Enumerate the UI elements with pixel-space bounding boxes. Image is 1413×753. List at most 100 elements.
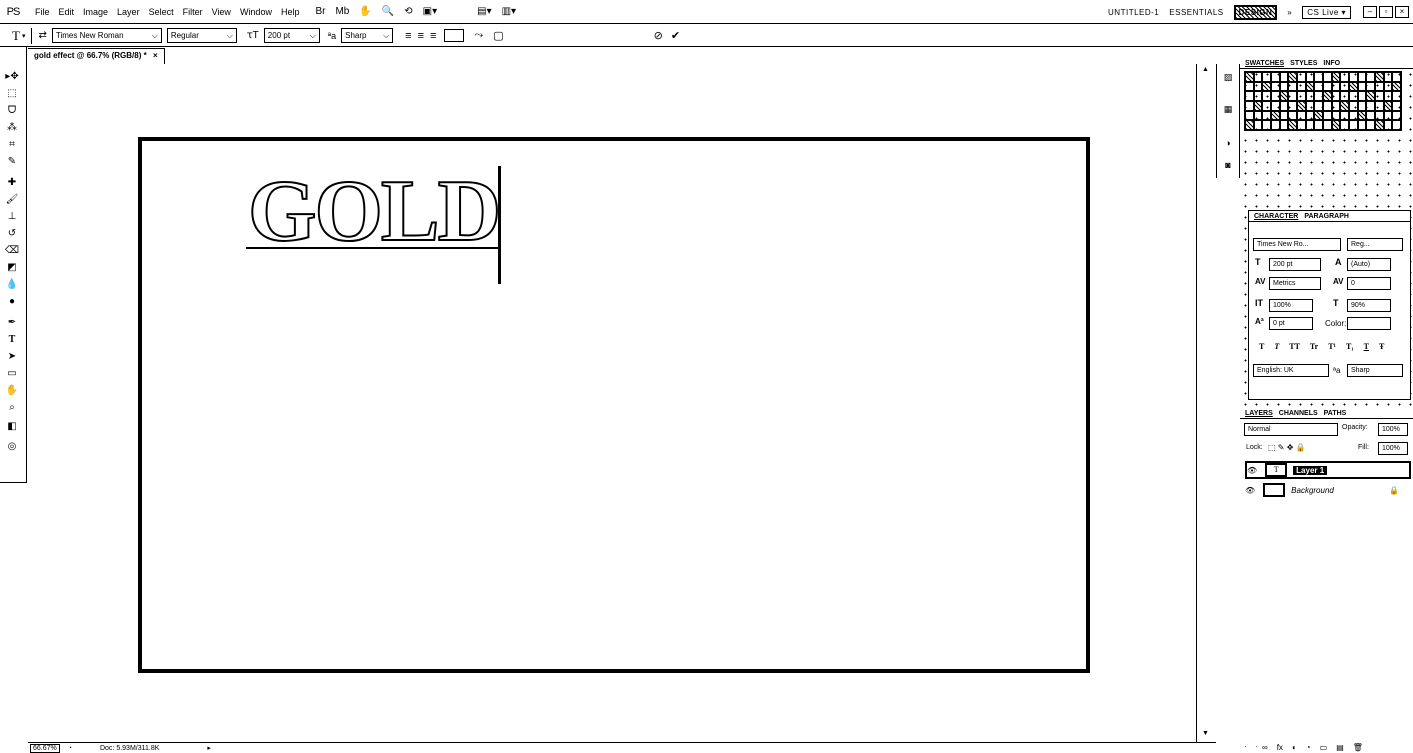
tab-styles[interactable]: STYLES [1290,60,1317,67]
swatch-cell[interactable] [1314,101,1323,111]
swatch-cell[interactable] [1323,101,1332,111]
char-vscale-field[interactable]: 100% [1269,299,1313,312]
swatch-cell[interactable] [1288,120,1297,130]
clone-stamp-tool-icon[interactable]: ⊥ [3,209,21,224]
text-color-swatch[interactable] [444,29,465,42]
swatch-cell[interactable] [1271,81,1280,92]
swatch-cell[interactable] [1392,91,1401,101]
tab-paths[interactable]: PATHS [1324,410,1347,417]
faux-bold-button[interactable]: T [1259,342,1264,351]
zoom-level[interactable]: 66.67% [30,743,60,753]
char-size-field[interactable]: 200 pt [1269,258,1321,271]
arrange-documents-icon[interactable]: ▣▾ [423,6,437,17]
warp-text-icon[interactable]: ⤳ [474,29,483,42]
screen-mode-icon[interactable]: ▤▾ [477,6,491,17]
swatch-cell[interactable] [1288,110,1297,121]
swatch-cell[interactable] [1323,120,1332,130]
swatch-cell[interactable] [1357,101,1367,111]
char-antialias-select[interactable]: Sharp [1347,364,1403,377]
toggle-panels-icon[interactable]: ▢ [493,29,503,42]
swatch-cell[interactable] [1245,72,1254,82]
swatch-cell[interactable] [1392,110,1401,121]
swatch-cell[interactable] [1366,81,1375,92]
swatch-cell[interactable] [1340,72,1349,82]
color-swatches-icon[interactable]: ◧ [3,419,21,434]
crop-tool-icon[interactable]: ⌗ [3,137,21,152]
fill-field[interactable]: 100% [1378,442,1408,455]
font-family-select[interactable]: Times New Roman ⌵ [51,28,162,43]
swatch-cell[interactable] [1305,120,1315,130]
rotate-view-icon[interactable]: ⟲ [404,6,412,17]
menu-help[interactable]: Help [281,7,300,17]
char-tracking-field[interactable]: 0 [1347,277,1391,290]
swatch-cell[interactable] [1392,81,1401,92]
all-caps-button[interactable]: TT [1289,342,1300,351]
swatch-cell[interactable] [1366,101,1375,111]
align-left-icon[interactable]: ≡ [405,30,411,42]
swatch-cell[interactable] [1375,81,1384,92]
link-layers-icon[interactable]: ∞ [1262,743,1268,753]
swatch-cell[interactable] [1279,72,1289,82]
scroll-up-icon[interactable]: ▲ [1202,66,1209,73]
menu-layer[interactable]: Layer [117,7,140,17]
gradient-tool-icon[interactable]: ◩ [3,260,21,275]
swatch-cell[interactable] [1357,81,1367,92]
menu-image[interactable]: Image [83,7,108,17]
swatch-cell[interactable] [1288,101,1297,111]
swatch-cell[interactable] [1297,81,1306,92]
visibility-eye-icon[interactable]: 👁 [1247,466,1257,475]
swatch-cell[interactable] [1279,120,1289,130]
char-style-select[interactable]: Reg... [1347,238,1403,251]
swatch-cell[interactable] [1383,120,1393,130]
swatch-cell[interactable] [1271,120,1280,130]
swatch-cell[interactable] [1323,91,1332,101]
healing-brush-tool-icon[interactable]: ✚ [3,175,21,190]
swatch-cell[interactable] [1357,110,1367,121]
swatch-cell[interactable] [1305,101,1315,111]
layer-name[interactable]: Background [1291,486,1334,495]
swatch-cell[interactable] [1340,91,1349,101]
workspace-design[interactable]: DESIGN [1233,4,1278,20]
swatch-cell[interactable] [1357,72,1367,82]
swatch-cell[interactable] [1331,120,1341,130]
swatch-cell[interactable] [1305,81,1315,92]
layer-name[interactable]: Layer 1 [1293,465,1328,475]
antialias-select[interactable]: Sharp ⌵ [341,28,394,43]
char-baseline-field[interactable]: 0 pt [1269,317,1313,330]
history-panel-icon[interactable]: ▦ [1221,104,1235,116]
strikethrough-button[interactable]: Ŧ [1379,342,1384,351]
workspace-untitled[interactable]: UNTITLED-1 [1108,8,1159,17]
swatch-cell[interactable] [1357,120,1367,130]
layer-row[interactable]: 👁 Background 🔒 [1245,481,1411,499]
opacity-field[interactable]: 100% [1378,423,1408,436]
new-layer-icon[interactable]: ▤ [1336,743,1344,753]
path-selection-tool-icon[interactable]: ➤ [3,349,21,364]
tab-layers[interactable]: LAYERS [1245,410,1273,417]
char-kerning-field[interactable]: Metrics [1269,277,1321,290]
swatch-cell[interactable] [1314,91,1323,101]
swatch-cell[interactable] [1253,81,1263,92]
close-icon[interactable]: × [1395,6,1409,18]
swatch-cell[interactable] [1279,81,1289,92]
orientation-toggle-icon[interactable]: ⇄ [38,30,46,41]
swatch-cell[interactable] [1271,101,1280,111]
lock-icons[interactable]: ⬚ ✎ ✥ 🔒 [1268,443,1306,452]
swatch-cell[interactable] [1245,91,1254,101]
status-menu-icon[interactable]: ▸ [207,744,211,752]
char-font-select[interactable]: Times New Ro... [1253,238,1341,251]
swatch-cell[interactable] [1366,91,1375,101]
swatch-cell[interactable] [1314,72,1323,82]
swatch-cell[interactable] [1253,101,1263,111]
underline-button[interactable]: T [1364,342,1369,351]
status-info-icon[interactable]: ◔ [68,745,72,752]
swatch-cell[interactable] [1271,110,1280,121]
zoom-icon[interactable]: 🔍 [382,6,394,17]
swatch-cell[interactable] [1331,72,1341,82]
adjustments-panel-icon[interactable]: ◑ [1221,138,1235,150]
swatch-cell[interactable] [1297,91,1306,101]
swatch-cell[interactable] [1262,120,1271,130]
swatch-cell[interactable] [1375,91,1384,101]
layer-row[interactable]: 👁 T Layer 1 [1245,461,1411,479]
swatch-cell[interactable] [1340,81,1349,92]
swatch-cell[interactable] [1314,81,1323,92]
